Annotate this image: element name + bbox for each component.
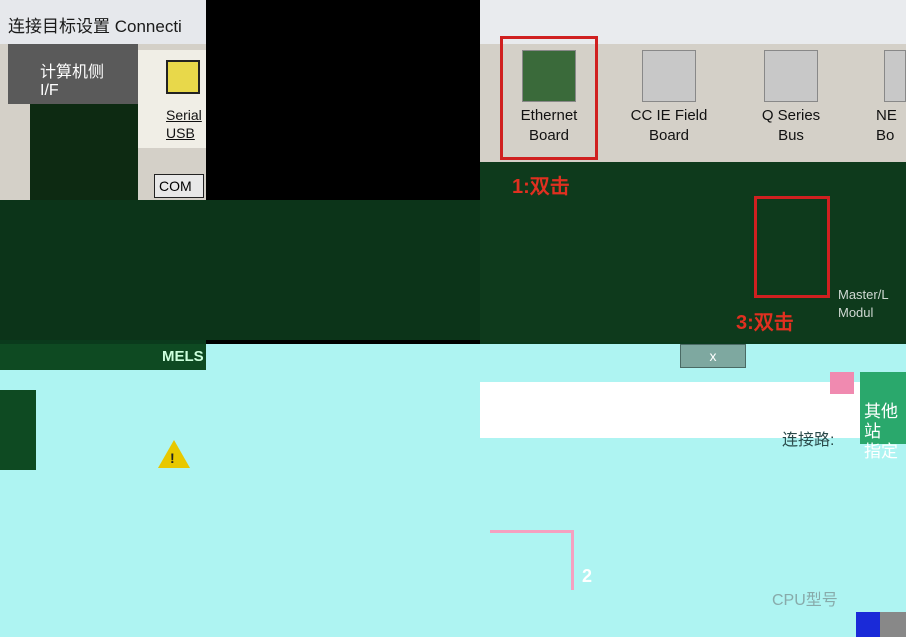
master-label-line1: Master/L: [838, 287, 889, 302]
blue-swatch: [856, 612, 880, 637]
other-spec-line2: 指定: [864, 442, 898, 461]
board-label-line1: CC IE Field: [630, 107, 708, 124]
step3-annotation: 3:双击: [736, 312, 794, 334]
close-button[interactable]: x: [680, 344, 746, 368]
connection-route-label: 连接路:: [782, 432, 835, 449]
warning-mark: !: [170, 450, 175, 466]
step1-highlight: [500, 36, 598, 160]
pc-side-body: [30, 104, 138, 202]
master-module-label[interactable]: Master/L Modul: [838, 286, 889, 322]
master-module-highlight[interactable]: [754, 196, 830, 298]
window-title: 连接目标设置 Connecti: [8, 17, 182, 36]
pc-side-label: 计算机侧 I/F: [40, 64, 104, 100]
step2-annotation: 2: [582, 566, 593, 586]
board-label-line2: Bus: [778, 127, 804, 144]
cc-ie-field-board-option[interactable]: CC IE Field Board: [624, 106, 714, 146]
serial-port-icon[interactable]: [166, 60, 200, 94]
dialog-title: MELS: [162, 348, 204, 365]
master-label-line2: Modul: [838, 305, 874, 320]
pc-side-label-line1: 计算机侧: [40, 64, 105, 81]
pc-side-label-line2: I/F: [40, 82, 59, 99]
step2-connector: [490, 530, 574, 590]
serial-usb-label[interactable]: Serial USB: [166, 106, 202, 142]
cc-ie-field-board-icon[interactable]: [642, 50, 696, 102]
gray-swatch: [880, 612, 906, 637]
other-spec-line1: 其他站: [864, 402, 898, 441]
board-label-line1: NE: [876, 107, 897, 124]
board-label-line1: Q Series: [761, 107, 821, 124]
q-series-bus-icon[interactable]: [764, 50, 818, 102]
dialog-side-strip: [0, 390, 36, 470]
pink-indicator: [830, 372, 854, 394]
com-port-field[interactable]: COM: [154, 174, 204, 198]
board-label-line2: Board: [648, 127, 690, 144]
ne-board-icon[interactable]: [884, 50, 906, 102]
ne-board-option[interactable]: NE Bo: [876, 106, 906, 146]
other-station-spec-button[interactable]: 其他站 指定: [860, 372, 906, 461]
q-series-bus-option[interactable]: Q Series Bus: [746, 106, 836, 146]
cpu-model-label: CPU型号: [772, 592, 838, 609]
step1-annotation: 1:双击: [512, 176, 570, 198]
serial-label-line2: USB: [166, 125, 195, 141]
serial-label-line1: Serial: [166, 107, 202, 123]
board-label-line2: Bo: [876, 127, 895, 144]
